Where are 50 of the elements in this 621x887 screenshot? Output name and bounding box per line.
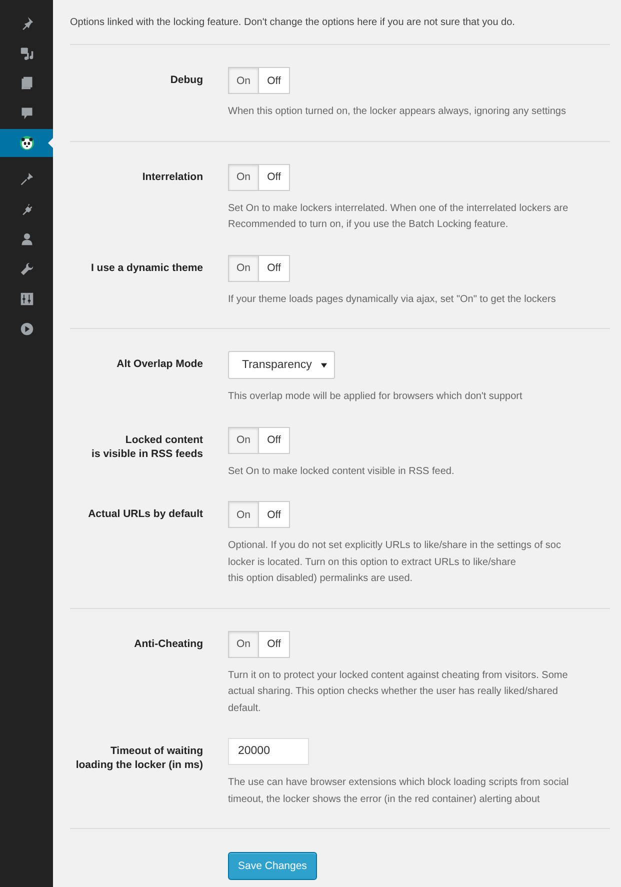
option-label: I use a dynamic theme	[90, 260, 203, 274]
option-label: Interrelation	[141, 170, 203, 184]
description-line: This overlap mode will be applied for browsers which don't support	[228, 390, 522, 404]
sidebar-item[interactable]	[0, 129, 53, 157]
toggle-option[interactable]: On	[228, 630, 259, 658]
sliders-icon	[20, 292, 34, 306]
user-icon	[20, 232, 34, 246]
description-line: Optional. If you do not set explicitly URLs to like/share in the settings of soc	[228, 539, 561, 553]
toggle-option[interactable]: Off	[259, 164, 290, 190]
caret-icon	[321, 362, 327, 368]
toggle-option[interactable]: Off	[259, 630, 290, 658]
description-line: default.	[228, 702, 262, 716]
description-line: locker is located. Turn on this option to extract URLs to like/share	[228, 556, 517, 570]
overlap-mode-dropdown[interactable]: Transparency	[228, 351, 335, 379]
toggle-option[interactable]: Off	[259, 426, 290, 454]
toggle-option[interactable]: On	[228, 501, 259, 528]
description-line: Recommended to turn on, if you use the Batch Locking feature.	[228, 218, 510, 232]
option-label: Alt Overlap Mode	[116, 357, 203, 371]
description-line: If your theme loads pages dynamically via ajax, set "On" to get the lockers	[228, 292, 556, 306]
toggle-option[interactable]: On	[228, 426, 259, 454]
timeout-field[interactable]: 20000	[228, 738, 309, 765]
description-line: Turn it on to protect your locked content against cheating from visitors. Some	[228, 668, 568, 682]
plug-icon	[20, 202, 34, 216]
description-line: Set On to make lockers interrelated. When one of the interrelated lockers are	[228, 202, 568, 216]
comment-icon	[20, 106, 34, 120]
option-label: Timeout of waiting loading the locker (in ms)	[74, 744, 203, 772]
toggle-option[interactable]: Off	[259, 67, 290, 94]
toggle-option[interactable]: On	[228, 254, 259, 282]
toggle-option[interactable]: Off	[259, 501, 290, 528]
description-line: Set On to make locked content visible in RSS feed.	[228, 464, 454, 478]
active-pointer-icon	[48, 138, 53, 148]
option-label: Locked content is visible in RSS feeds	[90, 432, 203, 460]
media-icon	[20, 46, 34, 60]
description-line: When this option turned on, the locker appears always, ignoring any settings	[228, 105, 566, 119]
description-line: this option disabled) permalinks are used.	[228, 572, 414, 586]
description-line: The use can have browser extensions which block loading scripts from social	[228, 776, 569, 790]
intro-text: Options linked with the locking feature. Don't change the options here if you are not sure that you do.	[70, 17, 515, 28]
option-label: Debug	[169, 73, 203, 87]
description-line: timeout, the locker shows the error (in the red container) alerting about	[228, 792, 541, 806]
wrench-icon	[20, 262, 34, 276]
description-line: actual sharing. This option checks whether the user has really liked/shared	[228, 685, 559, 699]
option-label: Actual URLs by default	[87, 507, 203, 521]
toggle-option[interactable]: On	[228, 164, 259, 190]
panda-icon	[20, 136, 34, 150]
pages-icon	[20, 76, 34, 90]
toggle-option[interactable]: Off	[259, 254, 290, 282]
toggle-option[interactable]: On	[228, 67, 259, 94]
option-label: Anti-Cheating	[133, 636, 203, 650]
play-icon	[20, 322, 34, 336]
brush-icon	[20, 172, 34, 186]
